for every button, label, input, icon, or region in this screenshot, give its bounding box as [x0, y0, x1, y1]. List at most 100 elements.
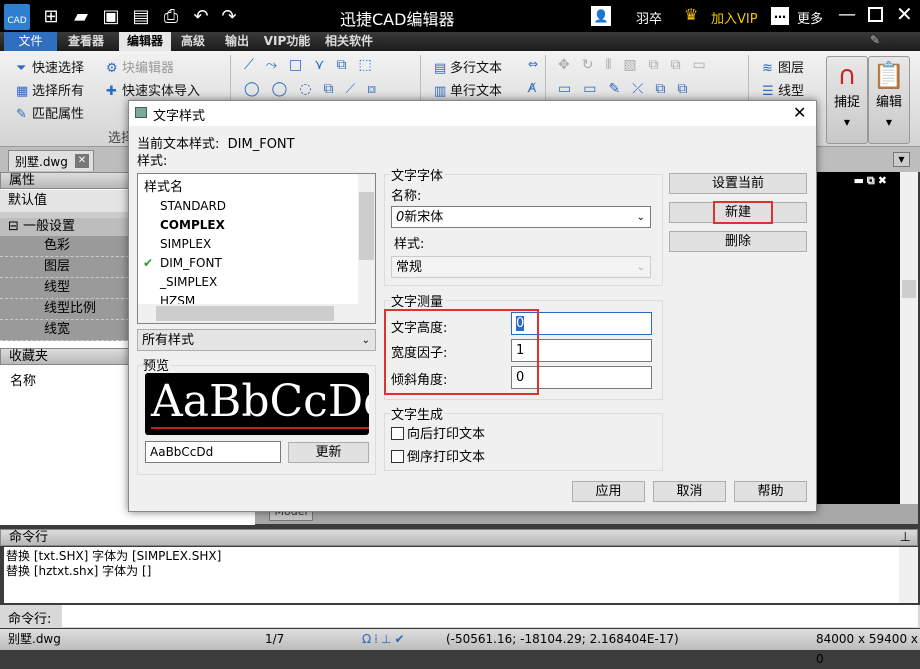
open-folder-icon[interactable]: ▰ — [70, 6, 92, 28]
document-tab[interactable]: 别墅.dwg ✕ — [8, 150, 94, 171]
cancel-button[interactable]: 取消 — [653, 481, 726, 502]
highlight-box — [384, 309, 539, 395]
style-filter-select[interactable]: 所有样式 ⌄ — [137, 329, 376, 351]
text-style-dialog: 文字样式 ✕ 当前文本样式: DIM_FONT 样式: 样式名 STANDARD… — [128, 100, 817, 512]
name-column: 名称 — [10, 374, 37, 389]
command-history: 替换 [txt.SHX] 字体为 [SIMPLEX.SHX] 替换 [hztxt… — [4, 547, 899, 603]
command-input-label: 命令行: — [8, 612, 52, 627]
clipboard-icon: 📋 — [872, 61, 906, 91]
save-pdf-icon[interactable]: ▤ — [130, 6, 152, 28]
draw-tools-icon[interactable]: ⟋⤳□⋎⧉⬚ — [244, 57, 384, 73]
tab-output[interactable]: 输出 — [218, 32, 256, 51]
tab-viewer[interactable]: 查看器 — [60, 32, 112, 51]
preview-canvas: AaBbCcDd — [145, 373, 369, 435]
status-coordinates: (-50561.16; -18104.29; 2.168404E-17) — [446, 632, 679, 646]
mtext-icon: ▤ — [434, 61, 447, 76]
close-tab-icon[interactable]: ✕ — [75, 154, 89, 168]
menu-tabs: 文件 查看器 编辑器 高级 输出 VIP功能 相关软件 ✎ — [0, 32, 920, 51]
match-props-button[interactable]: ✎ 匹配属性 — [16, 103, 84, 122]
status-drawing-size: 84000 x 59400 x 0 — [816, 632, 918, 666]
list-item-label: DIM_FONT — [160, 256, 222, 270]
tab-advanced[interactable]: 高级 — [174, 32, 212, 51]
linetype-label: 线型 — [778, 84, 805, 99]
new-file-icon[interactable]: ⊞ — [40, 6, 62, 28]
app-logo: CAD — [4, 4, 30, 30]
list-hscrollbar[interactable] — [138, 304, 375, 323]
dialog-title: 文字样式 — [153, 109, 206, 124]
dimension-icon[interactable]: ⇔ — [528, 57, 538, 71]
font-name-label: 名称: — [391, 189, 422, 204]
chevron-down-icon[interactable]: ▼ — [893, 152, 910, 167]
quick-import-button[interactable]: ✚ 快速实体导入 — [106, 80, 200, 99]
command-input-row: 命令行: — [0, 605, 920, 628]
chevron-down-icon: ▼ — [843, 118, 851, 127]
save-icon[interactable]: ▣ — [100, 6, 122, 28]
mtext-button[interactable]: ▤ 多行文本 — [434, 57, 502, 76]
tab-related[interactable]: 相关软件 — [320, 32, 378, 51]
linetype-icon: ☰ — [762, 84, 774, 99]
command-input[interactable] — [62, 605, 918, 627]
update-button[interactable]: 更新 — [288, 442, 369, 463]
font-style-label: 样式: — [394, 237, 425, 252]
delete-button[interactable]: 删除 — [669, 231, 807, 252]
document-tab-label: 别墅.dwg — [15, 155, 68, 169]
stext-button[interactable]: ▥ 单行文本 — [434, 80, 502, 99]
close-button[interactable]: ✕ — [896, 2, 913, 26]
vip-button[interactable]: 加入VIP — [711, 8, 758, 27]
text-edit-icon[interactable]: A̸ — [528, 81, 536, 95]
list-item[interactable]: STANDARD — [138, 197, 375, 216]
generation-group-label: 文字生成 — [391, 404, 446, 423]
upside-down-checkbox[interactable]: 倒序打印文本 — [391, 446, 485, 465]
select-all-button[interactable]: ▦ 选择所有 — [16, 80, 84, 99]
block-editor-button[interactable]: ⚙ 块编辑器 — [106, 57, 174, 76]
tab-editor[interactable]: 编辑器 — [119, 32, 171, 51]
modify-tools-2-icon[interactable]: ▭▭✎⤫⧉⧉ — [558, 81, 699, 97]
more-icon[interactable]: … — [771, 7, 789, 25]
backward-checkbox[interactable]: 向后打印文本 — [391, 423, 485, 442]
font-style-select[interactable]: 常规 ⌄ — [391, 256, 651, 278]
shape-tools-icon[interactable]: ◯◯◌⧉⟋⧈ — [244, 81, 388, 97]
edit-button[interactable]: 📋 编辑 ▼ — [868, 56, 910, 144]
list-vscrollbar[interactable] — [358, 174, 375, 304]
undo-icon[interactable]: ↶ — [190, 6, 212, 28]
more-button[interactable]: 更多 — [797, 8, 823, 27]
set-current-button[interactable]: 设置当前 — [669, 173, 807, 194]
preview-text-input[interactable]: AaBbCcDd — [145, 441, 281, 463]
canvas-window-controls[interactable]: ▬⧉✖ — [854, 174, 890, 188]
vertical-scrollbar[interactable] — [900, 172, 918, 504]
help-button[interactable]: 帮助 — [734, 481, 807, 502]
layers-button[interactable]: ≋ 图层 — [762, 57, 804, 76]
preview-label: 预览 — [143, 355, 172, 374]
print-icon[interactable]: ⎙ — [160, 6, 182, 28]
style-list[interactable]: 样式名 STANDARD COMPLEX SIMPLEX ✔ DIM_FONT _… — [137, 173, 376, 324]
font-name-select[interactable]: 0新宋体 ⌄ — [391, 206, 651, 228]
list-item[interactable]: SIMPLEX — [138, 235, 375, 254]
chevron-down-icon: ▼ — [885, 118, 893, 127]
brush-icon: ✎ — [16, 107, 27, 122]
redo-icon[interactable]: ↷ — [218, 6, 240, 28]
crown-icon: ♛ — [684, 5, 699, 24]
highlight-box — [713, 201, 773, 224]
modify-tools-icon[interactable]: ✥↻⫴▧⧉⧉▭ — [558, 57, 718, 73]
list-item[interactable]: COMPLEX — [138, 216, 375, 235]
quick-select-button[interactable]: ⏷ 快速选择 — [16, 57, 84, 76]
user-icon[interactable]: 👤 — [591, 6, 611, 26]
pin-icon[interactable]: ⊥ — [900, 530, 911, 546]
snap-button[interactable]: ∩ 捕捉 ▼ — [826, 56, 868, 144]
dialog-close-button[interactable]: ✕ — [793, 103, 806, 122]
apply-button[interactable]: 应用 — [572, 481, 645, 502]
user-name[interactable]: 羽卒 — [636, 8, 662, 27]
notes-icon[interactable]: ✎ — [870, 33, 880, 47]
list-item[interactable]: _SIMPLEX — [138, 273, 375, 292]
snap-toggle-icons[interactable]: Ω⁞⊥✔ — [362, 629, 408, 649]
tab-vip[interactable]: VIP功能 — [262, 32, 312, 51]
dialog-icon — [135, 107, 147, 118]
command-scrollbar[interactable] — [899, 547, 918, 603]
stext-label: 单行文本 — [450, 84, 503, 99]
maximize-button[interactable] — [868, 7, 883, 22]
minimize-button[interactable]: — — [838, 4, 856, 25]
list-item-selected[interactable]: ✔ DIM_FONT — [138, 254, 375, 273]
tab-file[interactable]: 文件 — [4, 32, 57, 51]
command-header: 命令行 ⊥ — [0, 529, 918, 546]
linetype-button[interactable]: ☰ 线型 — [762, 80, 804, 99]
